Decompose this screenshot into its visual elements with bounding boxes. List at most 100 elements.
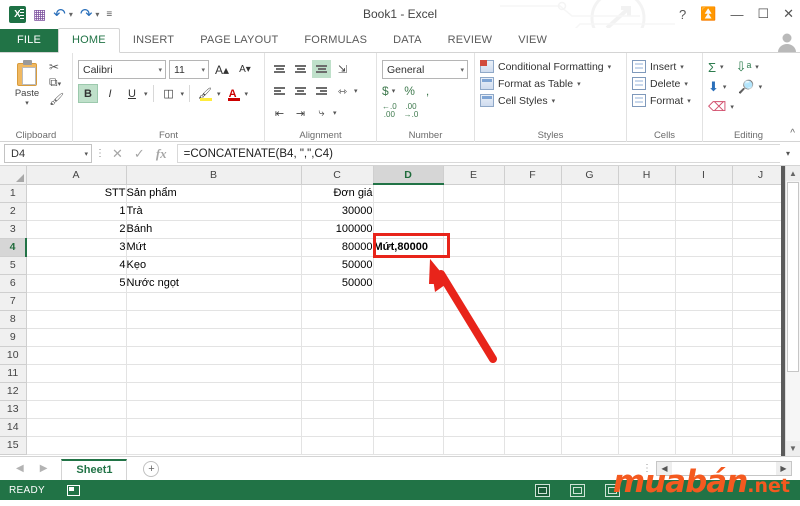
- save-icon[interactable]: ▦: [33, 7, 46, 21]
- cell-D1[interactable]: [373, 184, 444, 203]
- column-header-g[interactable]: G: [561, 166, 619, 185]
- cell-C13[interactable]: [301, 400, 374, 419]
- cell-G13[interactable]: [561, 400, 619, 419]
- redo-icon[interactable]: ↷: [80, 7, 93, 22]
- align-middle-icon[interactable]: [291, 60, 310, 78]
- cell-I2[interactable]: [675, 202, 733, 221]
- format-caret-icon[interactable]: ▾: [687, 97, 691, 105]
- autosum-icon[interactable]: Σ: [708, 60, 716, 75]
- underline-caret-icon[interactable]: ▾: [144, 90, 148, 98]
- cell-F4[interactable]: [504, 238, 562, 257]
- cell-A2[interactable]: 1: [26, 202, 127, 221]
- scroll-down-icon[interactable]: ▼: [786, 441, 800, 456]
- cell-B10[interactable]: [126, 346, 302, 365]
- row-header-8[interactable]: 8: [0, 310, 27, 329]
- cell-C11[interactable]: [301, 364, 374, 383]
- row-header-6[interactable]: 6: [0, 274, 27, 293]
- next-sheet-icon[interactable]: ▶: [40, 463, 48, 474]
- cell-F11[interactable]: [504, 364, 562, 383]
- cell-A3[interactable]: 2: [26, 220, 127, 239]
- cell-G6[interactable]: [561, 274, 619, 293]
- cell-D4[interactable]: Mứt,80000: [373, 238, 444, 257]
- cell-E5[interactable]: [443, 256, 505, 275]
- fill-icon[interactable]: ⬇: [708, 79, 719, 95]
- horizontal-scroll-track[interactable]: [672, 462, 776, 475]
- insert-caret-icon[interactable]: ▾: [680, 63, 684, 71]
- cell-styles-caret-icon[interactable]: ▾: [552, 97, 556, 105]
- font-name-caret-icon[interactable]: ▾: [158, 66, 162, 74]
- cell-F6[interactable]: [504, 274, 562, 293]
- insert-function-icon[interactable]: fx: [156, 146, 167, 162]
- font-size-combobox[interactable]: 11 ▾: [169, 60, 209, 79]
- cell-I5[interactable]: [675, 256, 733, 275]
- redo-dropdown-icon[interactable]: ▾: [95, 10, 99, 19]
- cell-D9[interactable]: [373, 328, 444, 347]
- cell-I11[interactable]: [675, 364, 733, 383]
- sort-filter-caret-icon[interactable]: ▾: [755, 63, 759, 71]
- ribbon-display-options-icon[interactable]: ⏫: [700, 6, 716, 22]
- paste-button[interactable]: Paste ▾: [5, 58, 49, 107]
- cancel-formula-icon[interactable]: ✕: [112, 146, 123, 162]
- wrap-text-icon[interactable]: ⇿: [333, 82, 352, 100]
- cell-F8[interactable]: [504, 310, 562, 329]
- cell-A9[interactable]: [26, 328, 127, 347]
- name-box-caret-icon[interactable]: ▾: [84, 150, 88, 158]
- cell-C1[interactable]: Đơn giá: [301, 184, 374, 203]
- cell-D15[interactable]: [373, 436, 444, 455]
- paste-dropdown-icon[interactable]: ▾: [5, 99, 49, 107]
- cell-D7[interactable]: [373, 292, 444, 311]
- cell-I14[interactable]: [675, 418, 733, 437]
- select-all-corner[interactable]: [0, 166, 27, 185]
- cell-H10[interactable]: [618, 346, 676, 365]
- cell-D5[interactable]: [373, 256, 444, 275]
- align-center-icon[interactable]: [291, 82, 310, 100]
- cell-H5[interactable]: [618, 256, 676, 275]
- cell-I12[interactable]: [675, 382, 733, 401]
- percent-style-icon[interactable]: %: [404, 84, 415, 98]
- normal-view-icon[interactable]: [535, 483, 550, 497]
- cell-H1[interactable]: [618, 184, 676, 203]
- cell-A11[interactable]: [26, 364, 127, 383]
- column-header-c[interactable]: C: [301, 166, 374, 185]
- scroll-left-icon[interactable]: ◀: [657, 462, 672, 475]
- cell-H7[interactable]: [618, 292, 676, 311]
- cell-C4[interactable]: 80000: [301, 238, 374, 257]
- cell-D14[interactable]: [373, 418, 444, 437]
- row-header-13[interactable]: 13: [0, 400, 27, 419]
- cell-C15[interactable]: [301, 436, 374, 455]
- cell-F10[interactable]: [504, 346, 562, 365]
- cell-E11[interactable]: [443, 364, 505, 383]
- format-painter-icon[interactable]: 🖌: [49, 93, 64, 106]
- cell-A12[interactable]: [26, 382, 127, 401]
- wrap-text-caret-icon[interactable]: ▾: [354, 87, 358, 95]
- clear-icon[interactable]: ⌫: [708, 99, 726, 115]
- row-header-2[interactable]: 2: [0, 202, 27, 221]
- horizontal-scrollbar[interactable]: ◀ ▶: [656, 461, 792, 476]
- cell-C10[interactable]: [301, 346, 374, 365]
- tab-review[interactable]: REVIEW: [435, 29, 506, 52]
- cell-E13[interactable]: [443, 400, 505, 419]
- cell-B12[interactable]: [126, 382, 302, 401]
- copy-icon[interactable]: ⧉▾: [49, 76, 64, 91]
- vertical-scroll-thumb[interactable]: [787, 182, 799, 372]
- row-header-7[interactable]: 7: [0, 292, 27, 311]
- add-sheet-icon[interactable]: +: [143, 460, 160, 477]
- cell-B1[interactable]: Sản phẩm: [126, 184, 302, 203]
- number-format-caret-icon[interactable]: ▾: [460, 66, 464, 74]
- align-top-icon[interactable]: [270, 60, 289, 78]
- account-avatar[interactable]: [774, 28, 800, 52]
- cell-E15[interactable]: [443, 436, 505, 455]
- cell-C6[interactable]: 50000: [301, 274, 374, 293]
- page-layout-view-icon[interactable]: [570, 483, 585, 497]
- merge-and-center-icon[interactable]: ⤷: [312, 104, 331, 122]
- conditional-formatting-button[interactable]: Conditional Formatting ▾: [480, 60, 611, 73]
- help-icon[interactable]: ?: [679, 7, 686, 22]
- font-color-caret-icon[interactable]: ▾: [245, 90, 249, 98]
- insert-cells-button[interactable]: Insert ▾: [632, 60, 691, 73]
- column-header-b[interactable]: B: [126, 166, 302, 185]
- row-header-4[interactable]: 4: [0, 238, 27, 257]
- increase-indent-icon[interactable]: ⇥: [291, 104, 310, 122]
- cell-A13[interactable]: [26, 400, 127, 419]
- row-header-10[interactable]: 10: [0, 346, 27, 365]
- cell-G10[interactable]: [561, 346, 619, 365]
